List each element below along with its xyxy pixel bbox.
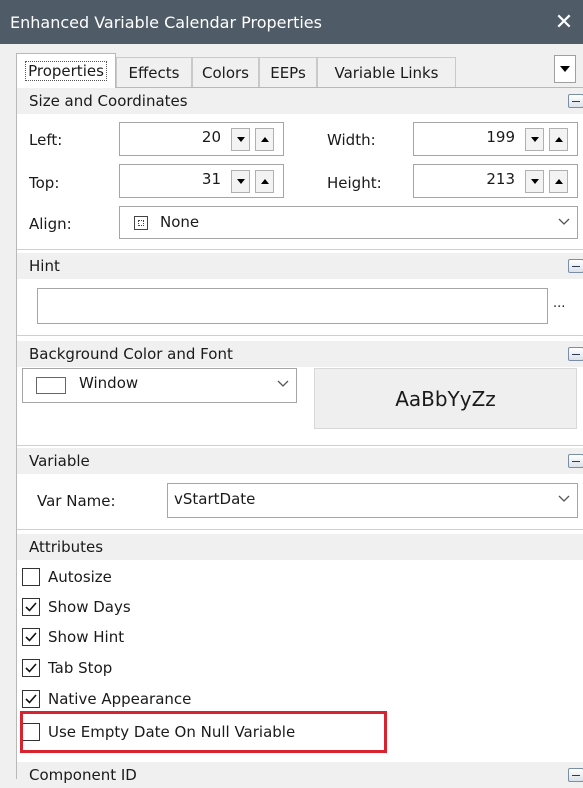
height-stepper[interactable]: 213 (413, 164, 578, 198)
checkbox-checked-icon[interactable] (22, 598, 40, 616)
collapse-icon[interactable] (568, 768, 583, 782)
collapse-icon[interactable] (568, 259, 583, 273)
increment-button[interactable] (549, 170, 568, 193)
divider (17, 529, 583, 530)
close-icon[interactable]: ✕ (549, 7, 579, 37)
width-stepper[interactable]: 199 (413, 122, 578, 156)
increment-button[interactable] (255, 128, 274, 151)
arrow-down-icon (530, 137, 539, 142)
divider (17, 249, 583, 250)
checkbox-checked-icon[interactable] (22, 690, 40, 708)
align-select[interactable]: None (119, 206, 578, 239)
chevron-down-icon (558, 218, 570, 225)
left-stepper[interactable]: 20 (119, 122, 284, 156)
show-days-checkbox[interactable]: Show Days (22, 594, 131, 620)
chevron-down-icon (560, 66, 570, 72)
highlight-box (20, 711, 387, 753)
checkbox-unchecked-icon[interactable] (22, 568, 40, 586)
increment-button[interactable] (255, 170, 274, 193)
checkbox-checked-icon[interactable] (22, 628, 40, 646)
collapse-icon[interactable] (568, 347, 583, 361)
arrow-up-icon (260, 137, 269, 142)
top-stepper[interactable]: 31 (119, 164, 284, 198)
height-label: Height: (327, 174, 382, 192)
decrement-button[interactable] (525, 170, 544, 193)
hint-ellipsis-button[interactable]: ... (553, 296, 565, 311)
section-attributes-header[interactable]: Attributes (17, 534, 583, 560)
section-background-header[interactable]: Background Color and Font (17, 341, 583, 367)
checkbox-checked-icon[interactable] (22, 659, 40, 677)
decrement-button[interactable] (525, 128, 544, 151)
show-hint-checkbox[interactable]: Show Hint (22, 624, 124, 650)
tab-strip: Properties Effects Colors EEPs Variable … (16, 53, 576, 88)
tab-colors[interactable]: Colors (192, 57, 259, 87)
align-none-icon (134, 216, 148, 230)
align-label: Align: (29, 215, 72, 233)
background-color-select[interactable]: Window (22, 368, 297, 403)
tab-variable-links[interactable]: Variable Links (317, 57, 456, 87)
tab-scroll-down-button[interactable] (554, 55, 576, 83)
divider (17, 335, 583, 336)
tab-stop-checkbox[interactable]: Tab Stop (22, 655, 112, 681)
title-bar: Enhanced Variable Calendar Properties ✕ (0, 0, 583, 44)
decrement-button[interactable] (231, 128, 250, 151)
section-variable-header[interactable]: Variable (17, 448, 583, 474)
native-appearance-checkbox[interactable]: Native Appearance (22, 686, 191, 712)
chevron-down-icon (277, 380, 289, 387)
arrow-down-icon (236, 179, 245, 184)
increment-button[interactable] (549, 128, 568, 151)
var-name-select[interactable]: vStartDate (167, 483, 578, 518)
arrow-up-icon (554, 137, 563, 142)
decrement-button[interactable] (231, 170, 250, 193)
collapse-icon[interactable] (568, 454, 583, 468)
window-title: Enhanced Variable Calendar Properties (10, 12, 322, 32)
arrow-up-icon (260, 179, 269, 184)
color-swatch (36, 377, 66, 394)
tab-properties[interactable]: Properties (16, 53, 116, 88)
left-label: Left: (29, 131, 63, 149)
section-component-id-header[interactable]: Component ID (17, 762, 583, 788)
hint-input[interactable] (37, 288, 548, 324)
section-hint-header[interactable]: Hint (17, 253, 583, 279)
autosize-checkbox[interactable]: Autosize (22, 564, 112, 590)
width-label: Width: (327, 131, 376, 149)
font-preview-button[interactable]: AaBbYyZz (314, 368, 577, 429)
top-label: Top: (29, 174, 60, 192)
arrow-up-icon (554, 179, 563, 184)
arrow-down-icon (236, 137, 245, 142)
properties-panel: Size and Coordinates Left: 20 Width: 199… (16, 87, 583, 788)
chevron-down-icon (558, 495, 570, 502)
tab-eeps[interactable]: EEPs (259, 57, 317, 87)
collapse-icon[interactable] (568, 94, 583, 108)
section-size-coordinates-header[interactable]: Size and Coordinates (17, 88, 583, 114)
var-name-label: Var Name: (37, 492, 116, 510)
divider (17, 445, 583, 446)
tab-effects[interactable]: Effects (116, 57, 192, 87)
arrow-down-icon (530, 179, 539, 184)
